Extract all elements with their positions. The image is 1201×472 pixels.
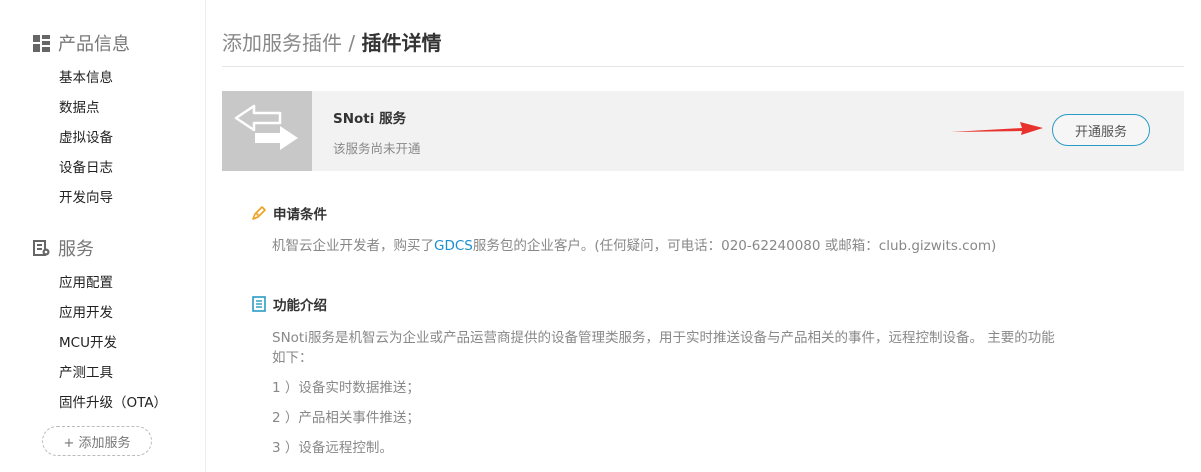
product-info-section-header[interactable]: 产品信息 xyxy=(33,30,130,56)
breadcrumb-separator: / xyxy=(342,31,362,55)
open-service-button[interactable]: 开通服务 xyxy=(1052,114,1150,146)
sidebar: 产品信息 基本信息 数据点 虚拟设备 设备日志 开发向导 服务 应用配置 应用开… xyxy=(0,0,206,472)
sidebar-item-dev-guide[interactable]: 开发向导 xyxy=(59,186,113,206)
exchange-arrows-icon xyxy=(234,104,298,150)
grid-icon xyxy=(33,34,50,52)
sidebar-item-mcu-dev[interactable]: MCU开发 xyxy=(59,331,117,351)
sidebar-item-device-log[interactable]: 设备日志 xyxy=(59,156,113,176)
breadcrumb: 添加服务插件 / 插件详情 xyxy=(222,27,441,56)
features-text-line2: 如下： xyxy=(272,350,313,366)
breadcrumb-current: 插件详情 xyxy=(361,31,442,55)
sidebar-item-app-config[interactable]: 应用配置 xyxy=(59,271,113,291)
feature-item: 1 ）设备实时数据推送； xyxy=(272,380,420,396)
service-title: 服务 xyxy=(58,239,94,260)
service-section-header[interactable]: 服务 xyxy=(33,235,94,261)
sidebar-item-app-dev[interactable]: 应用开发 xyxy=(59,301,113,321)
service-icon xyxy=(33,239,50,257)
sidebar-item-virtual-device[interactable]: 虚拟设备 xyxy=(59,126,113,146)
requirements-title: 申请条件 xyxy=(273,207,327,223)
service-status: 该服务尚未开通 xyxy=(333,141,421,156)
gdcs-link[interactable]: GDCS xyxy=(434,238,473,254)
requirements-text: 机智云企业开发者，购买了GDCS服务包的企业客户。(任何疑问，可电话：020-6… xyxy=(272,234,996,254)
sidebar-item-datapoints[interactable]: 数据点 xyxy=(59,96,100,116)
requirements-header: 申请条件 xyxy=(251,203,327,223)
requirements-text-start: 机智云企业开发者，购买了 xyxy=(272,238,434,254)
header-divider xyxy=(222,66,1184,67)
service-name: SNoti 服务 xyxy=(333,111,407,127)
feature-item: 2 ）产品相关事件推送； xyxy=(272,410,420,426)
features-header: 功能介绍 xyxy=(251,294,327,314)
add-service-button[interactable]: + 添加服务 xyxy=(42,426,152,456)
service-thumbnail xyxy=(222,91,312,171)
sidebar-item-ota[interactable]: 固件升级（OTA） xyxy=(59,391,167,411)
service-card: SNoti 服务 该服务尚未开通 开通服务 xyxy=(222,91,1184,171)
features-text-line1: SNoti服务是机智云为企业或产品运营商提供的设备管理类服务，用于实时推送设备与… xyxy=(272,330,1055,346)
product-info-title: 产品信息 xyxy=(58,34,130,55)
feature-item: 3 ）设备远程控制。 xyxy=(272,440,393,456)
sidebar-item-basic-info[interactable]: 基本信息 xyxy=(59,66,113,86)
sidebar-item-production-test[interactable]: 产测工具 xyxy=(59,361,113,381)
features-title: 功能介绍 xyxy=(273,298,327,314)
breadcrumb-parent-link[interactable]: 添加服务插件 xyxy=(222,31,342,55)
document-icon xyxy=(251,296,267,312)
pen-icon xyxy=(251,205,267,221)
requirements-text-end: 服务包的企业客户。(任何疑问，可电话：020-62240080 或邮箱：club… xyxy=(472,238,997,254)
